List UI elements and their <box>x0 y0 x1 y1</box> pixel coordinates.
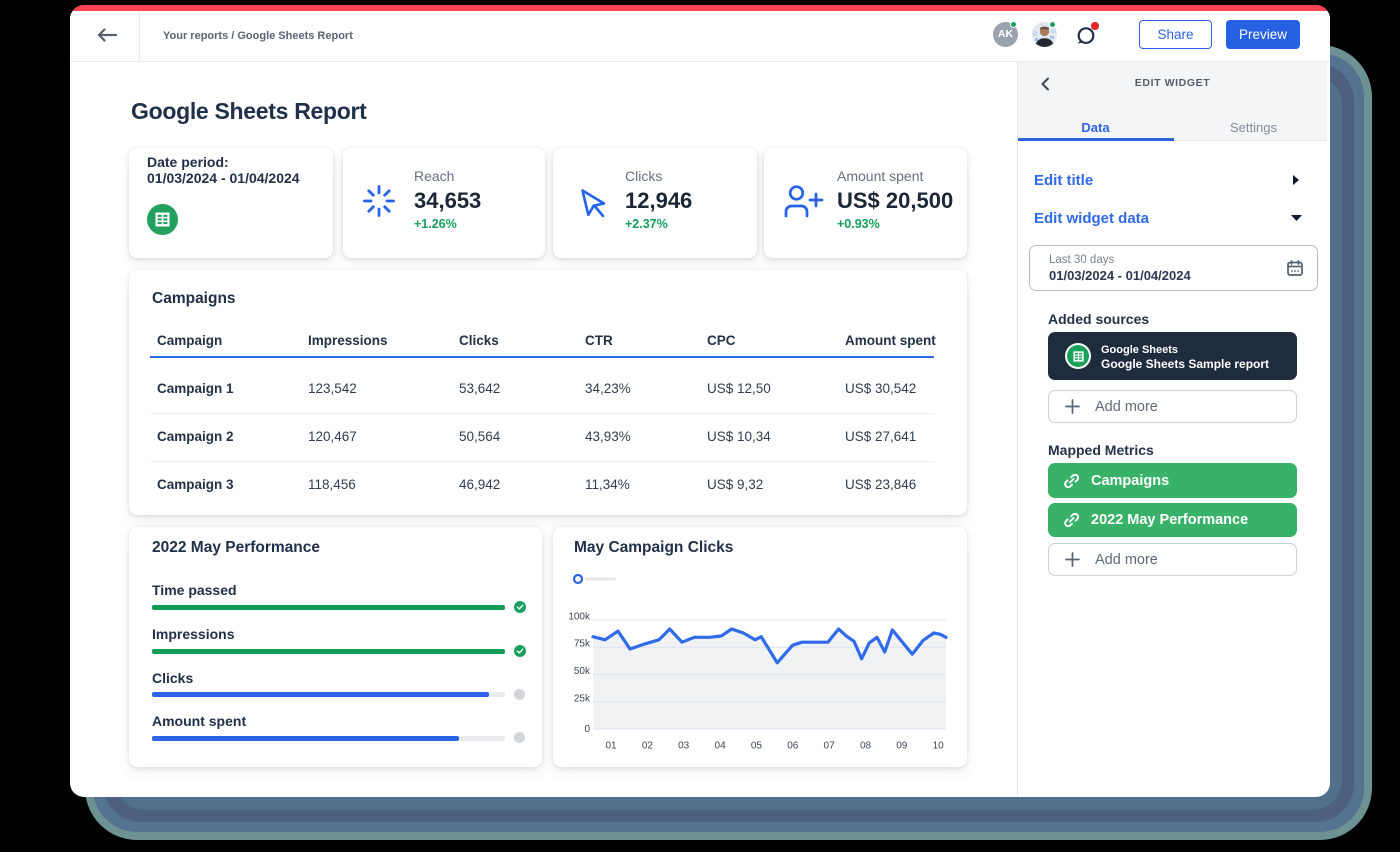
svg-text:0: 0 <box>584 724 590 735</box>
svg-text:01: 01 <box>605 741 617 752</box>
svg-text:05: 05 <box>751 741 763 752</box>
svg-text:07: 07 <box>824 741 836 752</box>
svg-text:100k: 100k <box>568 612 591 623</box>
svg-text:10: 10 <box>933 741 945 752</box>
svg-text:75k: 75k <box>574 639 591 650</box>
svg-text:25k: 25k <box>574 693 591 704</box>
svg-text:03: 03 <box>678 741 690 752</box>
svg-text:09: 09 <box>896 741 908 752</box>
svg-text:50k: 50k <box>574 666 591 677</box>
svg-text:02: 02 <box>642 741 654 752</box>
svg-text:06: 06 <box>787 741 799 752</box>
svg-text:04: 04 <box>715 741 727 752</box>
svg-text:08: 08 <box>860 741 872 752</box>
